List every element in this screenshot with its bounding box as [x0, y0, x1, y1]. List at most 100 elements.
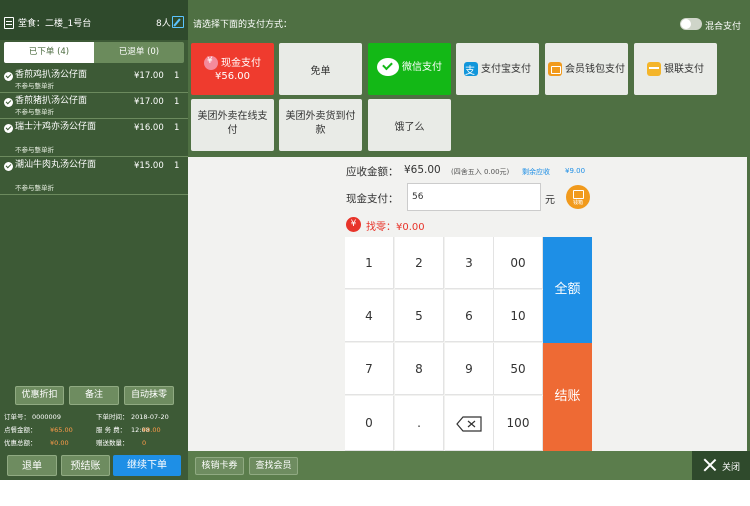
- key-3[interactable]: 3: [445, 237, 494, 289]
- pay-wechat-button[interactable]: 微信支付: [368, 43, 451, 95]
- pay-wallet-button[interactable]: 会员钱包支付: [545, 43, 628, 95]
- remaining-label: 剩余应收: [522, 168, 550, 176]
- payment-header: 请选择下面的支付方式： 混合支付: [188, 0, 750, 40]
- change-amount: 找零：¥0.00: [366, 222, 425, 233]
- pay-meituan-cod-button[interactable]: 美团外卖货到付款: [279, 99, 362, 151]
- key-6[interactable]: 6: [445, 290, 494, 342]
- tab-ordered[interactable]: 已下单 (4): [4, 42, 94, 63]
- pay-free-button[interactable]: 免单: [279, 43, 362, 95]
- app-window: 堂食：二楼_1号台 8人 已下单 (4) 已退单 (0) 香煎鸡扒汤公仔面 不参…: [0, 0, 750, 480]
- table-title: 堂食：二楼_1号台: [18, 19, 92, 29]
- pay-unionpay-button[interactable]: 银联支付: [634, 43, 717, 95]
- cash-icon: [204, 56, 218, 70]
- item-price: ¥17.00: [134, 97, 164, 107]
- order-no-label: 订单号：: [4, 413, 30, 421]
- item-qty: 1: [174, 71, 180, 81]
- order-tabs: 已下单 (4) 已退单 (0): [4, 42, 184, 63]
- pay-cash-button[interactable]: 现金支付 ¥56.00: [191, 43, 274, 95]
- auto-round-button[interactable]: 自动抹零: [124, 386, 174, 405]
- key-0[interactable]: 0: [345, 396, 394, 451]
- close-button[interactable]: 关闭: [692, 451, 750, 480]
- order-list: 香煎鸡扒汤公仔面 不参与整单折 ¥17.00 1 香煎猪扒汤公仔面 不参与整单折…: [0, 67, 188, 195]
- key-100[interactable]: 100: [494, 396, 543, 451]
- pay-alipay-button[interactable]: 支付宝支付: [456, 43, 539, 95]
- list-item[interactable]: 潮汕牛肉丸汤公仔面 不参与整单折 ¥15.00 1: [0, 157, 188, 195]
- document-icon: [4, 17, 14, 29]
- pay-cash-amount: ¥56.00: [215, 71, 250, 82]
- meal-amount-label: 点餐金额：: [4, 426, 37, 434]
- backspace-icon: [456, 415, 482, 432]
- discount-total-label: 优惠总额：: [4, 439, 37, 447]
- item-price: ¥17.00: [134, 71, 164, 81]
- item-qty: 1: [174, 123, 180, 133]
- pay-meituan-online-button[interactable]: 美团外卖在线支付: [191, 99, 274, 151]
- key-1[interactable]: 1: [345, 237, 394, 289]
- order-header: 堂食：二楼_1号台 8人: [0, 0, 188, 40]
- discount-button[interactable]: 优惠折扣: [15, 386, 64, 405]
- list-item[interactable]: 香煎鸡扒汤公仔面 不参与整单折 ¥17.00 1: [0, 67, 188, 93]
- list-item[interactable]: 香煎猪扒汤公仔面 不参与整单折 ¥17.00 1: [0, 93, 188, 119]
- change-icon: ¥: [346, 217, 361, 232]
- pay-unionpay-label: 银联支付: [664, 64, 704, 75]
- gift-qty: 0: [142, 439, 147, 447]
- cash-input[interactable]: 56: [407, 183, 541, 211]
- cash-drawer-button[interactable]: 钱箱: [566, 185, 590, 209]
- pre-settle-button[interactable]: 预结账: [61, 455, 110, 476]
- pay-free-label: 免单: [310, 66, 331, 77]
- key-4[interactable]: 4: [345, 290, 394, 342]
- check-circle-icon: [4, 98, 13, 107]
- order-info: 订单号： 0000009 下单时间： 2018-07-20 12:08 点餐金额…: [4, 411, 188, 450]
- key-7[interactable]: 7: [345, 343, 394, 395]
- check-circle-icon: [4, 72, 13, 81]
- return-order-button[interactable]: 退单: [7, 455, 57, 476]
- item-note: 不参与整单折: [15, 184, 54, 192]
- item-name: 潮汕牛肉丸汤公仔面: [15, 160, 97, 170]
- wechat-icon: [377, 58, 399, 76]
- unit-label: 元: [545, 195, 555, 206]
- continue-order-button[interactable]: 继续下单: [113, 455, 181, 476]
- mixed-payment-label: 混合支付: [705, 22, 742, 32]
- discount-total: ¥0.00: [50, 439, 69, 447]
- find-member-button[interactable]: 查找会员: [249, 457, 298, 475]
- list-item[interactable]: 瑞士汁鸡亦汤公仔面 不参与整单折 ¥16.00 1: [0, 119, 188, 157]
- pay-alipay-label: 支付宝支付: [481, 64, 531, 75]
- verify-coupon-button[interactable]: 核销卡券: [195, 457, 244, 475]
- check-circle-icon: [4, 124, 13, 133]
- pay-meituan-cod-label: 美团外卖货到付款: [285, 111, 356, 136]
- settle-button[interactable]: 结账: [543, 343, 592, 451]
- pay-eleme-button[interactable]: 饿了么: [368, 99, 451, 151]
- cash-drawer-label: 钱箱: [572, 200, 583, 206]
- close-icon: [703, 458, 717, 472]
- cash-label: 现金支付：: [346, 193, 399, 205]
- key-00[interactable]: 00: [494, 237, 543, 289]
- remaining-amount: ¥9.00: [565, 167, 586, 175]
- gift-qty-label: 赠送数量：: [96, 439, 129, 447]
- mixed-payment-toggle[interactable]: [680, 18, 702, 30]
- key-5[interactable]: 5: [395, 290, 444, 342]
- key-50[interactable]: 50: [494, 343, 543, 395]
- tab-returned[interactable]: 已退单 (0): [94, 42, 184, 63]
- item-price: ¥16.00: [134, 123, 164, 133]
- backspace-button[interactable]: [445, 396, 494, 451]
- key-dot[interactable]: .: [395, 396, 444, 451]
- key-9[interactable]: 9: [445, 343, 494, 395]
- alipay-icon: [464, 62, 478, 77]
- key-8[interactable]: 8: [395, 343, 444, 395]
- full-amount-button[interactable]: 全额: [543, 237, 592, 343]
- key-2[interactable]: 2: [395, 237, 444, 289]
- order-actions: 优惠折扣 备注 自动抹零: [0, 386, 188, 406]
- due-label: 应收金额：: [346, 166, 399, 178]
- pay-eleme-label: 饿了么: [394, 122, 425, 133]
- order-no: 0000009: [32, 413, 61, 421]
- order-panel: 堂食：二楼_1号台 8人 已下单 (4) 已退单 (0) 香煎鸡扒汤公仔面 不参…: [0, 0, 188, 480]
- unionpay-icon: [647, 62, 661, 76]
- pay-cash-label: 现金支付: [221, 58, 261, 69]
- payment-footer: 核销卡券 查找会员 关闭: [188, 451, 750, 480]
- close-label: 关闭: [722, 463, 741, 473]
- edit-icon[interactable]: [172, 16, 184, 28]
- key-10[interactable]: 10: [494, 290, 543, 342]
- pay-wallet-label: 会员钱包支付: [565, 64, 625, 75]
- pay-meituan-online-label: 美团外卖在线支付: [197, 111, 268, 136]
- check-circle-icon: [4, 162, 13, 171]
- note-button[interactable]: 备注: [69, 386, 119, 405]
